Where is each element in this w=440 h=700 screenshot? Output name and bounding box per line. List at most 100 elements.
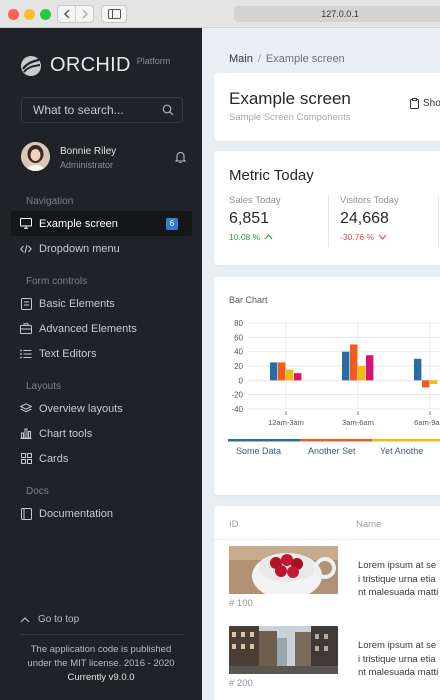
search-input[interactable] (22, 98, 152, 122)
column-header-name[interactable]: Name (356, 519, 381, 530)
data-table-card: ID Name # 100 Lorem ipsum at se i tristi… (214, 506, 440, 700)
x-tick-label: 3am-6am (342, 418, 374, 427)
sidebar-item-dropdown-menu[interactable]: Dropdown menu (11, 236, 192, 261)
forward-button[interactable] (75, 6, 93, 22)
version-text: Currently v9.0.0 (67, 672, 135, 683)
bar (366, 355, 374, 381)
brand-name: ORCHID (50, 54, 131, 76)
legend-swatch (372, 439, 440, 442)
bar (278, 362, 286, 381)
address-bar[interactable]: 127.0.0.1 (234, 6, 440, 22)
minimize-window-button[interactable] (24, 9, 35, 20)
user-profile[interactable]: Bonnie Riley Administrator (21, 142, 186, 174)
sidebar-item-overview-layouts[interactable]: Overview layouts (11, 396, 192, 421)
book-icon (20, 507, 32, 520)
sidebar-icon (107, 9, 121, 19)
user-name: Bonnie Riley (60, 146, 117, 157)
row-name: Lorem ipsum at se i tristique urna etia … (358, 559, 440, 600)
code-icon (20, 243, 32, 255)
list-icon (20, 348, 32, 360)
row-text-line: i tristique urna etia (358, 573, 436, 585)
sidebar-toggle-button[interactable] (101, 5, 127, 23)
header-divider (214, 539, 440, 540)
chart-title: Bar Chart (229, 295, 268, 305)
metric-visitors: Visitors Today 24,668 -30.76 % (340, 195, 399, 242)
sidebar-item-example-screen[interactable]: Example screen 6 (11, 211, 192, 236)
bell-icon[interactable] (175, 151, 186, 163)
sidebar-item-advanced-elements[interactable]: Advanced Elements (11, 316, 192, 341)
row-id: # 100 (229, 598, 253, 609)
search-icon[interactable] (162, 104, 174, 116)
avatar (21, 142, 50, 171)
metrics-title: Metric Today (229, 167, 314, 184)
metric-change: -30.76 % (340, 232, 399, 242)
sidebar-item-basic-elements[interactable]: Basic Elements (11, 291, 192, 316)
bar (286, 369, 294, 381)
breadcrumb-current: Example screen (265, 53, 345, 65)
footer-line: under the MIT license. 2016 - 2020 (27, 658, 175, 669)
metric-value: 24,668 (340, 210, 389, 227)
bar (342, 351, 350, 381)
go-to-top-label: Go to top (38, 614, 80, 625)
browser-titlebar: 127.0.0.1 (0, 0, 440, 28)
sidebar-item-documentation[interactable]: Documentation (11, 501, 192, 526)
clipboard-icon (410, 98, 419, 109)
legend-label: Another Set (308, 446, 356, 456)
metric-label: Visitors Today (340, 195, 399, 206)
bar (350, 344, 358, 381)
legend-swatch (228, 439, 302, 442)
breadcrumb: Main / Example screen (229, 53, 345, 65)
bar (358, 366, 366, 381)
section-form-controls: Form controls (26, 276, 88, 287)
page-header-card: Example screen Sample Screen Components … (214, 73, 440, 141)
row-text-line: nt malesuada matti (358, 667, 439, 678)
x-tick-label: 12am-3am (268, 418, 304, 427)
sidebar-item-text-editors[interactable]: Text Editors (11, 341, 192, 366)
layers-icon (20, 403, 32, 415)
close-window-button[interactable] (8, 9, 19, 20)
arrow-down-icon (378, 234, 387, 240)
metric-change-value: 10.08 % (229, 232, 261, 242)
y-tick-label: -40 (231, 405, 243, 414)
divider (20, 634, 184, 635)
brand-subtitle: Platform (136, 55, 171, 66)
row-text-line: Lorem ipsum at se (358, 560, 437, 571)
sidebar-item-label: Cards (39, 452, 69, 465)
show-button-label: Sho (423, 98, 440, 109)
back-button[interactable] (58, 6, 75, 22)
go-to-top-link[interactable]: Go to top (20, 614, 79, 625)
metric-divider (438, 195, 439, 247)
metric-label: Sales Today (229, 195, 281, 206)
row-text-line: Lorem ipsum at se (358, 640, 437, 651)
y-tick-label: 0 (239, 376, 244, 385)
sidebar-footer: The application code is published under … (0, 643, 202, 685)
orchid-logo-icon (21, 55, 41, 76)
sidebar-item-label: Basic Elements (39, 297, 115, 310)
metric-change-value: -30.76 % (340, 232, 375, 242)
metric-change: 10.08 % (229, 232, 281, 242)
sidebar-item-chart-tools[interactable]: Chart tools (11, 421, 192, 446)
maximize-window-button[interactable] (40, 9, 51, 20)
page-title: Example screen (229, 89, 351, 108)
column-header-id[interactable]: ID (229, 519, 239, 530)
count-badge: 6 (166, 218, 178, 230)
page-subtitle: Sample Screen Components (229, 112, 351, 123)
breadcrumb-main-link[interactable]: Main (229, 53, 253, 65)
search-box (21, 97, 183, 123)
metric-value: 6,851 (229, 210, 270, 227)
bar-chart: 80 60 40 20 0 -20 -40 12am-3am 3am-6am 6am-9am Som… (228, 319, 440, 456)
sidebar-item-label: Chart tools (39, 427, 93, 440)
sidebar-item-label: Advanced Elements (39, 322, 137, 335)
briefcase-icon (20, 323, 32, 335)
show-button[interactable]: Sho (410, 98, 440, 109)
x-tick-label: 6am-9am (414, 418, 440, 427)
bar (294, 373, 302, 381)
bar-chart-card: Bar Chart 80 60 40 20 0 -20 -40 12am-3am 3am-6am… (214, 277, 440, 495)
brand[interactable]: ORCHID Platform (20, 54, 170, 77)
bar (422, 380, 430, 388)
sidebar-item-label: Dropdown menu (39, 242, 120, 255)
section-navigation: Navigation (26, 196, 74, 207)
note-icon (20, 297, 32, 310)
sidebar-item-cards[interactable]: Cards (11, 446, 192, 471)
user-role: Administrator (60, 160, 114, 170)
